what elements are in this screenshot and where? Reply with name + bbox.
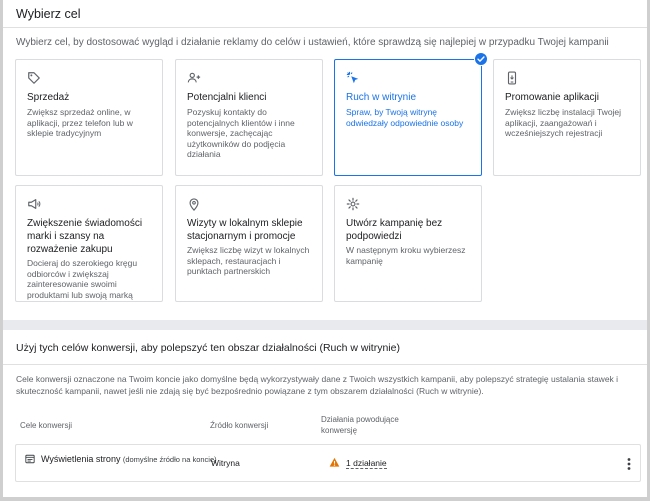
goal-card-no-guidance[interactable]: Utwórz kampanię bez podpowiedzi W następ… bbox=[334, 185, 482, 302]
goal-panel-title: Wybierz cel bbox=[16, 7, 81, 21]
divider bbox=[3, 364, 647, 365]
selected-check-icon bbox=[474, 52, 488, 66]
megaphone-icon bbox=[28, 199, 41, 209]
conversion-goal-subtitle: (domyślne źródło na koncie) bbox=[122, 455, 217, 464]
goal-card-title: Zwiększenie świadomości marki i szansy n… bbox=[27, 218, 143, 255]
goal-card-sales[interactable]: Sprzedaż Zwiększ sprzedaż online, w apli… bbox=[15, 59, 163, 176]
conversion-goal-title: Wyświetlenia strony bbox=[41, 454, 121, 464]
page-view-icon bbox=[25, 454, 35, 464]
goal-panel: Wybierz cel Wybierz cel, by dostosować w… bbox=[3, 0, 647, 320]
goal-card-desc: Zwiększ liczbę instalacji Twojej aplikac… bbox=[505, 107, 622, 138]
conversion-panel: Użyj tych celów konwersji, aby polepszyć… bbox=[3, 330, 647, 497]
gear-icon bbox=[346, 197, 360, 211]
goal-card-title: Potencjalni klienci bbox=[187, 92, 267, 103]
conversion-panel-desc: Cele konwersji oznaczone na Twoim koncie… bbox=[16, 374, 619, 396]
goal-card-local-visits[interactable]: Wizyty w lokalnym sklepie stacjonarnym i… bbox=[175, 185, 323, 302]
goal-card-title: Sprzedaż bbox=[27, 92, 70, 103]
goal-card-title: Ruch w witrynie bbox=[346, 92, 417, 103]
goal-card-desc: Zwiększ sprzedaż online, w aplikacji, pr… bbox=[27, 107, 133, 138]
conversion-panel-title: Użyj tych celów konwersji, aby polepszyć… bbox=[16, 342, 400, 354]
warning-icon bbox=[329, 457, 340, 467]
goal-card-title: Wizyty w lokalnym sklepie stacjonarnym i… bbox=[187, 218, 303, 242]
column-header-actions: Działania powodujące konwersję bbox=[321, 415, 399, 435]
goal-intro: Wybierz cel, by dostosować wygląd i dzia… bbox=[16, 37, 609, 48]
phone-icon bbox=[507, 71, 517, 85]
conversion-goal-name: Wyświetlenia strony (domyślne źródło na … bbox=[41, 454, 217, 465]
goal-card-website-traffic[interactable]: Ruch w witrynie Spraw, by Twoją witrynę … bbox=[334, 59, 482, 176]
goal-card-desc: Spraw, by Twoją witrynę odwiedzały odpow… bbox=[346, 107, 464, 128]
app-frame: Wybierz cel Wybierz cel, by dostosować w… bbox=[3, 0, 647, 497]
divider bbox=[3, 27, 647, 28]
goal-card-desc: Docieraj do szerokiego kręgu odbiorców i… bbox=[27, 258, 138, 300]
goal-card-desc: Pozyskuj kontakty do potencjalnych klien… bbox=[187, 107, 295, 159]
conversion-source: Witryna bbox=[211, 458, 240, 468]
goal-card-desc: W następnym kroku wybierzesz kampanię bbox=[346, 245, 466, 266]
map-pin-icon bbox=[189, 198, 199, 211]
goal-card-awareness[interactable]: Zwiększenie świadomości marki i szansy n… bbox=[15, 185, 163, 302]
table-row[interactable]: Wyświetlenia strony (domyślne źródło na … bbox=[15, 444, 641, 482]
goal-card-app-promotion[interactable]: Promowanie aplikacji Zwiększ liczbę inst… bbox=[493, 59, 641, 176]
column-header-source: Źródło konwersji bbox=[210, 421, 269, 430]
goal-card-title: Promowanie aplikacji bbox=[505, 92, 599, 103]
cursor-click-icon bbox=[346, 71, 359, 84]
people-icon bbox=[187, 72, 201, 83]
more-vert-icon[interactable] bbox=[623, 456, 635, 472]
goal-card-desc: Zwiększ liczbę wizyt w lokalnych sklepac… bbox=[187, 245, 310, 276]
conversion-actions-link[interactable]: 1 działanie bbox=[346, 458, 387, 469]
tag-icon bbox=[28, 72, 40, 84]
column-header-goal: Cele konwersji bbox=[20, 421, 73, 430]
goal-card-leads[interactable]: Potencjalni klienci Pozyskuj kontakty do… bbox=[175, 59, 323, 176]
goal-card-title: Utwórz kampanię bez podpowiedzi bbox=[346, 218, 443, 242]
